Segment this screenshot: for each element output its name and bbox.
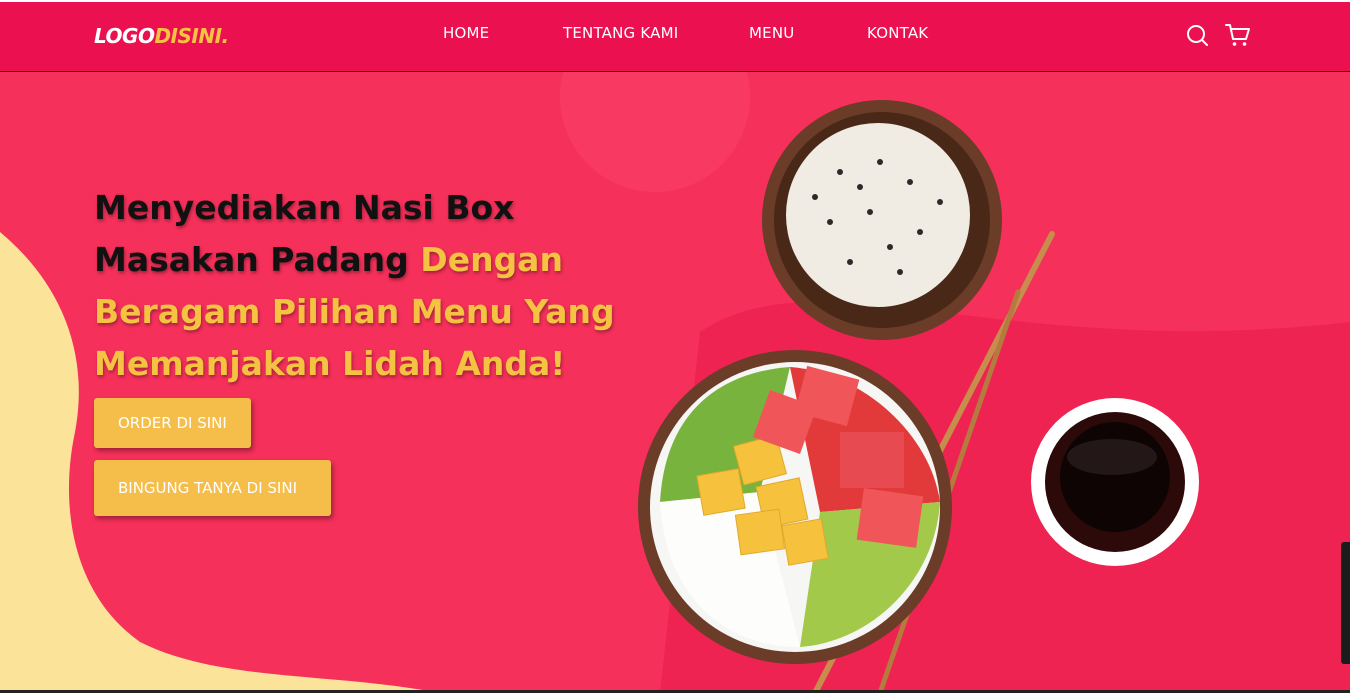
food-image [638,100,1199,693]
nav-tentang-kami[interactable]: TENTANG KAMI [563,24,678,42]
order-button[interactable]: ORDER DI SINI [94,398,251,448]
cart-icon[interactable] [1224,22,1250,48]
nav-home[interactable]: HOME [443,24,489,42]
navbar: LOGODISINI. HOME TENTANG KAMI MENU KONTA… [0,0,1350,72]
hero-section: Menyediakan Nasi Box Masakan Padang Deng… [0,72,1350,693]
side-widget[interactable] [1341,542,1350,664]
nav-menu[interactable]: MENU [749,24,794,42]
nav-kontak[interactable]: KONTAK [867,24,928,42]
hero-headline: Menyediakan Nasi Box Masakan Padang Deng… [94,182,654,390]
search-icon[interactable] [1185,22,1211,48]
ask-button[interactable]: BINGUNG TANYA DI SINI [94,460,331,516]
main-nav: HOME TENTANG KAMI MENU KONTAK [0,24,1350,48]
